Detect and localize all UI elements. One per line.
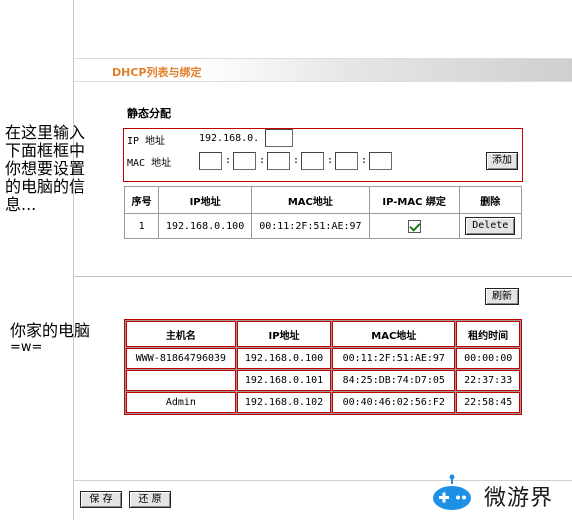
mac-octet-2-input[interactable] [233,152,256,170]
ip-prefix: 192.168.0. [199,133,260,144]
bind-cell [369,214,459,238]
static-assignment-form: IP 地址 192.168.0. MAC 地址 : : : : : 添加 [123,128,523,182]
mac-octet-4-input[interactable] [301,152,324,170]
table-row: 1 192.168.0.100 00:11:2F:51:AE:97 Delete [125,214,521,238]
row-mac: 84:25:DB:74:D7:05 [332,370,456,391]
colon: : [327,155,334,166]
top-spacer [74,0,572,58]
row-ip: 192.168.0.102 [236,392,332,413]
ip-mac-bind-checkbox[interactable] [407,219,421,233]
pc-note: 你家的电脑 =w= [10,322,90,356]
row-host: WWW-81864796039 [126,348,236,369]
refresh-button[interactable]: 刷新 [485,288,519,305]
left-frame [0,0,74,520]
delete-cell: Delete [459,214,521,238]
note-line: 的电脑的信 [5,177,86,196]
column-header: IP地址 [236,321,332,347]
mac-octet-6-input[interactable] [369,152,392,170]
page-title: DHCP列表与绑定 [112,66,202,79]
section-title: 静态分配 [127,107,171,120]
row-lease: 22:58:45 [456,392,520,413]
section-divider [74,276,572,277]
table-row: WWW-81864796039 192.168.0.100 00:11:2F:5… [126,348,520,369]
watermark-text: 微游界 [484,486,554,511]
row-ip: 192.168.0.100 [236,348,332,369]
column-header: 删除 [459,187,521,213]
ip-last-octet-input[interactable] [265,129,293,147]
row-index: 1 [125,214,159,238]
ip-label: IP 地址 [127,136,166,147]
column-header: MAC地址 [251,187,369,213]
row-mac: 00:40:46:02:56:F2 [332,392,456,413]
colon: : [225,155,232,166]
colon: : [361,155,368,166]
column-header: 序号 [125,187,159,213]
colon: : [259,155,266,166]
colon: : [293,155,300,166]
mac-octet-1-input[interactable] [199,152,222,170]
table-row: 192.168.0.101 84:25:DB:74:D7:05 22:37:33 [126,370,520,391]
row-host [126,370,236,391]
column-header: IP地址 [159,187,251,213]
row-lease: 00:00:00 [456,348,520,369]
row-mac: 00:11:2F:51:AE:97 [251,214,369,238]
restore-button[interactable]: 还 原 [129,491,171,508]
page-header: DHCP列表与绑定 [74,58,572,82]
add-button[interactable]: 添加 [486,152,518,170]
row-lease: 22:37:33 [456,370,520,391]
column-header: 租约时间 [456,321,520,347]
row-ip: 192.168.0.101 [236,370,332,391]
note-line: 在这里输入 [5,123,86,142]
note-line: 下面框框中 [5,141,86,160]
row-ip: 192.168.0.100 [159,214,251,238]
client-list-table: 主机名 IP地址 MAC地址 租约时间 WWW-81864796039 192.… [124,319,522,415]
note-line: =w= [10,340,43,355]
column-header: IP-MAC 绑定 [369,187,459,213]
column-header: 主机名 [126,321,236,347]
mac-octet-3-input[interactable] [267,152,290,170]
row-mac: 00:11:2F:51:AE:97 [332,348,456,369]
row-host: Admin [126,392,236,413]
note-line: 你想要设置 [5,159,86,178]
table-row: Admin 192.168.0.102 00:40:46:02:56:F2 22… [126,392,520,413]
note-line: 你家的电脑 [10,321,91,340]
mac-octet-5-input[interactable] [335,152,358,170]
delete-button[interactable]: Delete [465,217,516,235]
instruction-note: 在这里输入 下面框框中 你想要设置 的电脑的信 息... [5,124,85,214]
column-header: MAC地址 [332,321,456,347]
save-button[interactable]: 保 存 [80,491,122,508]
mac-label: MAC 地址 [127,158,172,169]
gamepad-logo-icon [433,474,471,510]
binding-table: 序号 IP地址 MAC地址 IP-MAC 绑定 删除 1 192.168.0.1… [124,186,522,239]
note-line: 息... [5,195,37,214]
